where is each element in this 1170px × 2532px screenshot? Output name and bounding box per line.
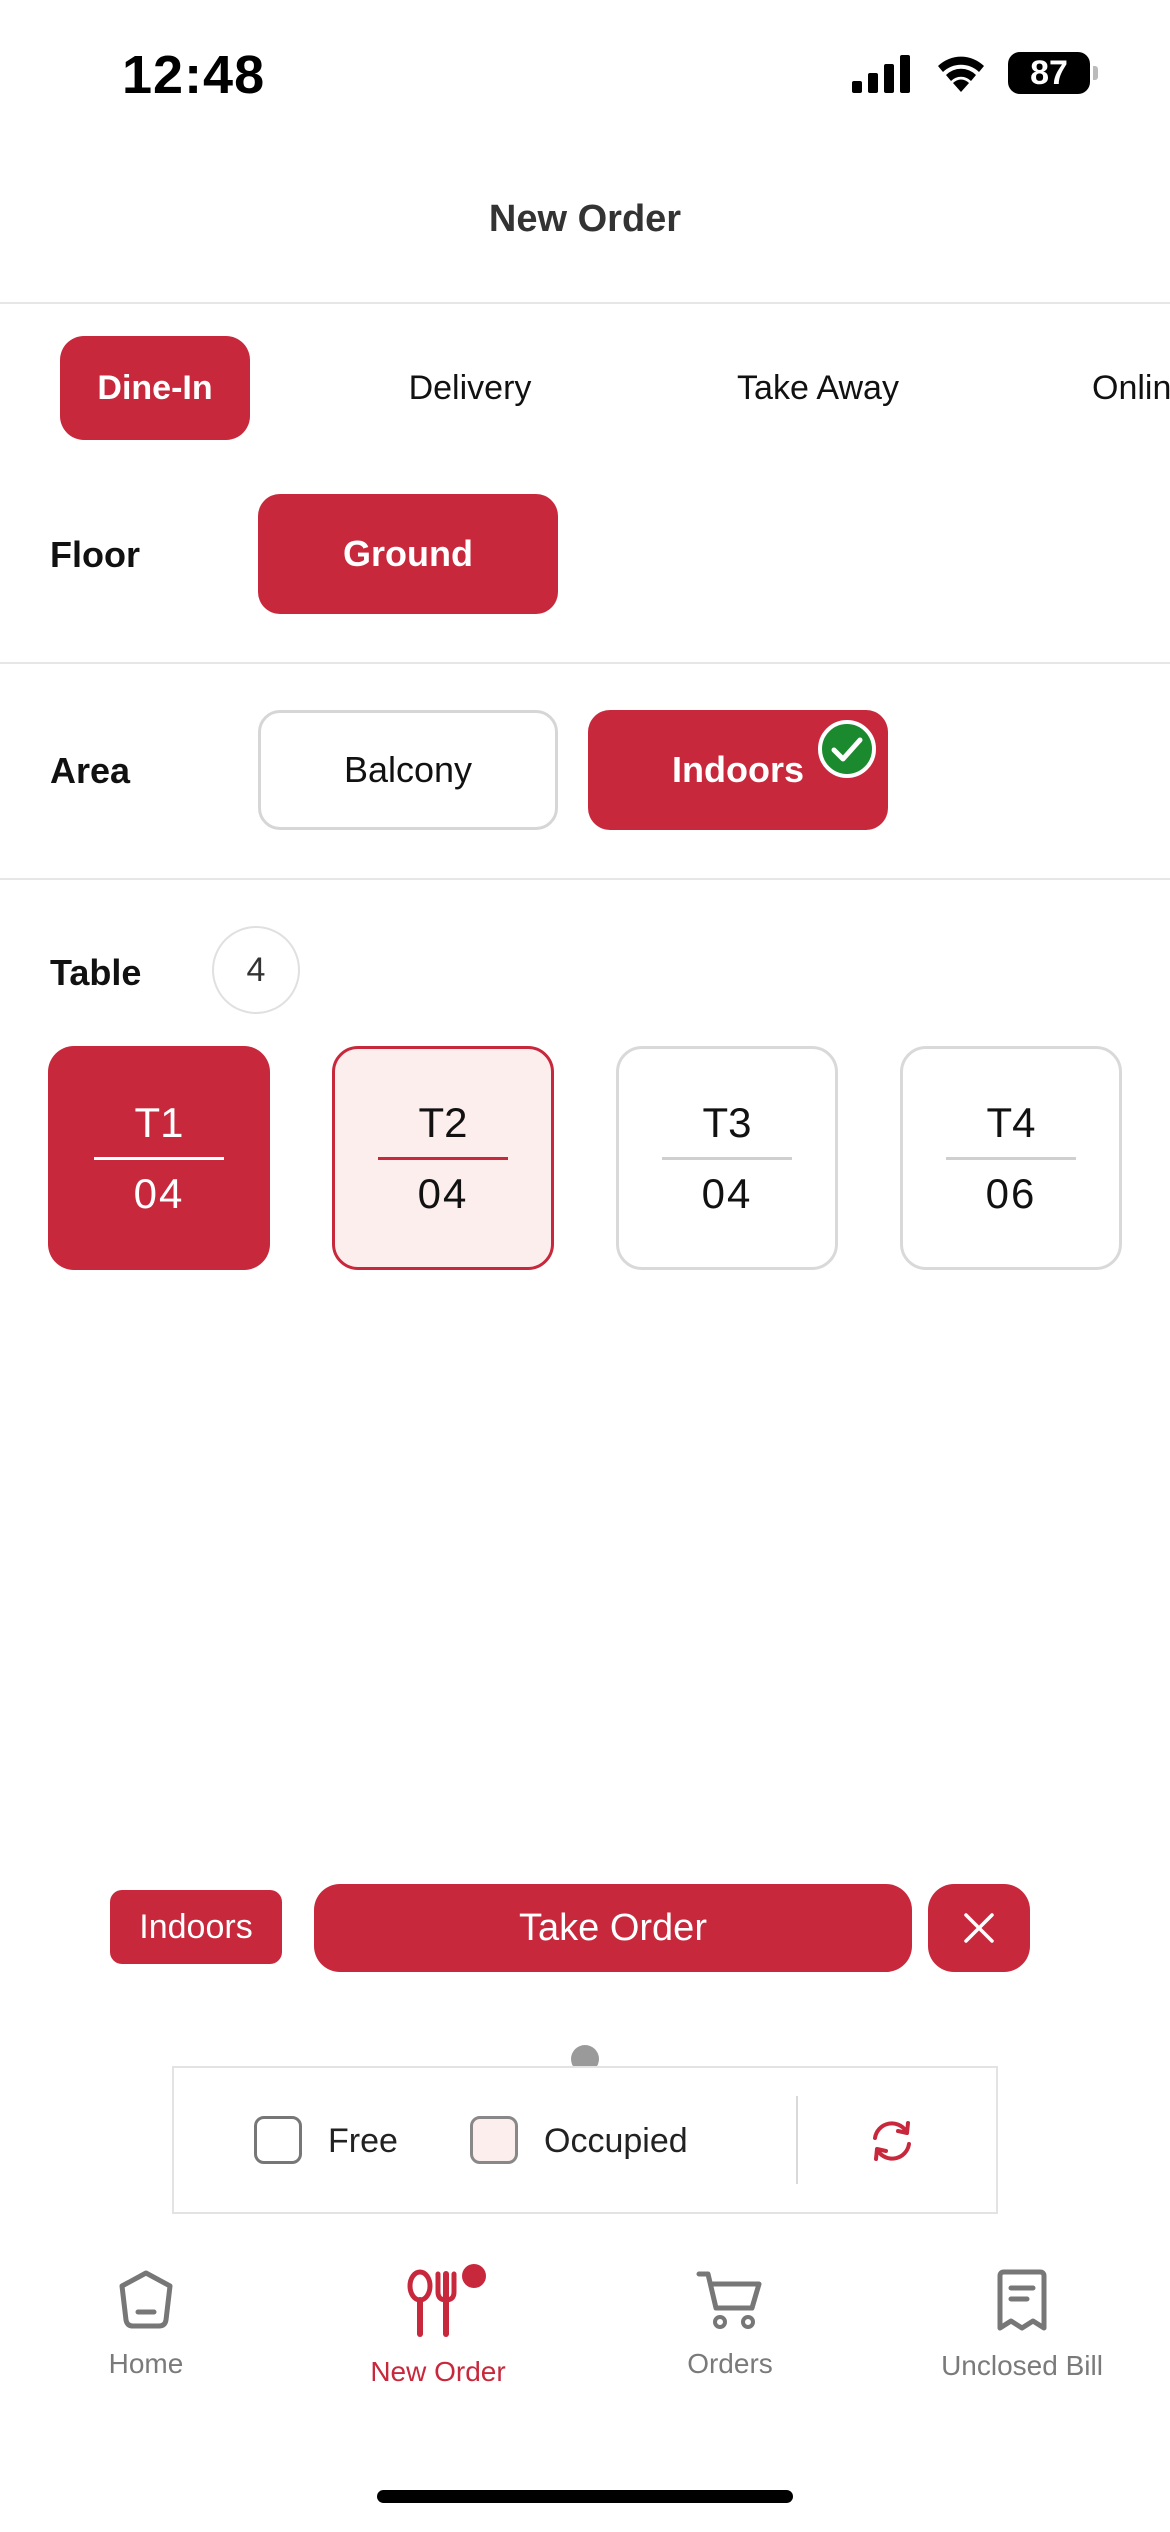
clear-selection-button[interactable] — [928, 1884, 1030, 1972]
area-option-balcony[interactable]: Balcony — [258, 710, 558, 830]
receipt-icon — [997, 2269, 1047, 2331]
nav-unclosed-bill[interactable]: Unclosed Bill — [876, 2268, 1168, 2382]
table-card-t3[interactable]: T3 04 — [616, 1046, 838, 1270]
home-indicator — [377, 2490, 793, 2503]
table-seats: 04 — [133, 1169, 185, 1217]
table-seats: 06 — [985, 1169, 1037, 1217]
table-seats: 04 — [701, 1169, 753, 1217]
refresh-button[interactable] — [866, 2116, 918, 2166]
battery-indicator: 87 — [1008, 52, 1098, 94]
legend-free-label: Free — [328, 2122, 398, 2160]
status-time: 12:48 — [122, 45, 266, 105]
notification-dot — [462, 2264, 486, 2288]
area-label: Area — [50, 750, 131, 791]
table-name: T3 — [702, 1098, 752, 1146]
tab-online[interactable]: Online — [1092, 336, 1170, 440]
nav-new-order-icon-wrap — [396, 2264, 486, 2340]
table-count-badge: 4 — [212, 926, 300, 1014]
nav-new-order[interactable]: New Order — [292, 2264, 584, 2388]
take-order-button[interactable]: Take Order — [314, 1884, 912, 1972]
nav-orders-label: Orders — [687, 2348, 773, 2379]
nav-orders[interactable]: Orders — [584, 2268, 876, 2380]
selected-check-icon — [818, 720, 876, 778]
nav-home[interactable]: Home — [0, 2268, 292, 2380]
cart-icon — [696, 2271, 762, 2329]
floor-option-ground[interactable]: Ground — [258, 494, 558, 614]
table-name: T1 — [134, 1098, 184, 1146]
nav-new-order-label: New Order — [370, 2356, 506, 2387]
close-icon — [964, 1913, 994, 1943]
home-icon — [119, 2270, 173, 2329]
legend-occupied-label: Occupied — [544, 2122, 688, 2160]
table-card-t4[interactable]: T4 06 — [900, 1046, 1122, 1270]
free-swatch — [254, 2116, 302, 2164]
floor-label: Floor — [50, 534, 140, 575]
table-card-separator — [946, 1156, 1076, 1160]
header-divider — [0, 302, 1170, 304]
cellular-signal-icon — [852, 55, 910, 93]
wifi-icon — [938, 56, 984, 92]
table-seats: 04 — [417, 1169, 469, 1217]
table-card-separator — [378, 1156, 508, 1160]
area-divider — [0, 878, 1170, 880]
selected-area-chip: Indoors — [110, 1890, 282, 1964]
nav-unclosed-bill-label: Unclosed Bill — [941, 2350, 1103, 2381]
cutlery-icon — [407, 2269, 457, 2337]
table-card-t2[interactable]: T2 04 — [332, 1046, 554, 1270]
legend-divider — [796, 2096, 798, 2184]
floor-divider — [0, 662, 1170, 664]
tab-delivery[interactable]: Delivery — [370, 336, 570, 440]
status-icons: 87 — [852, 52, 1098, 94]
nav-home-label: Home — [108, 2348, 184, 2379]
occupied-swatch — [470, 2116, 518, 2164]
page-title: New Order — [488, 198, 682, 240]
table-name: T2 — [418, 1098, 468, 1146]
table-label: Table — [50, 952, 142, 993]
refresh-icon — [873, 2121, 911, 2161]
table-card-separator — [662, 1156, 792, 1160]
tab-take-away[interactable]: Take Away — [700, 336, 936, 440]
tab-online-clip: Online — [1080, 336, 1170, 440]
tab-dine-in[interactable]: Dine-In — [60, 336, 250, 440]
table-name: T4 — [986, 1098, 1036, 1146]
table-card-separator — [94, 1156, 224, 1160]
table-card-t1[interactable]: T1 04 — [48, 1046, 270, 1270]
